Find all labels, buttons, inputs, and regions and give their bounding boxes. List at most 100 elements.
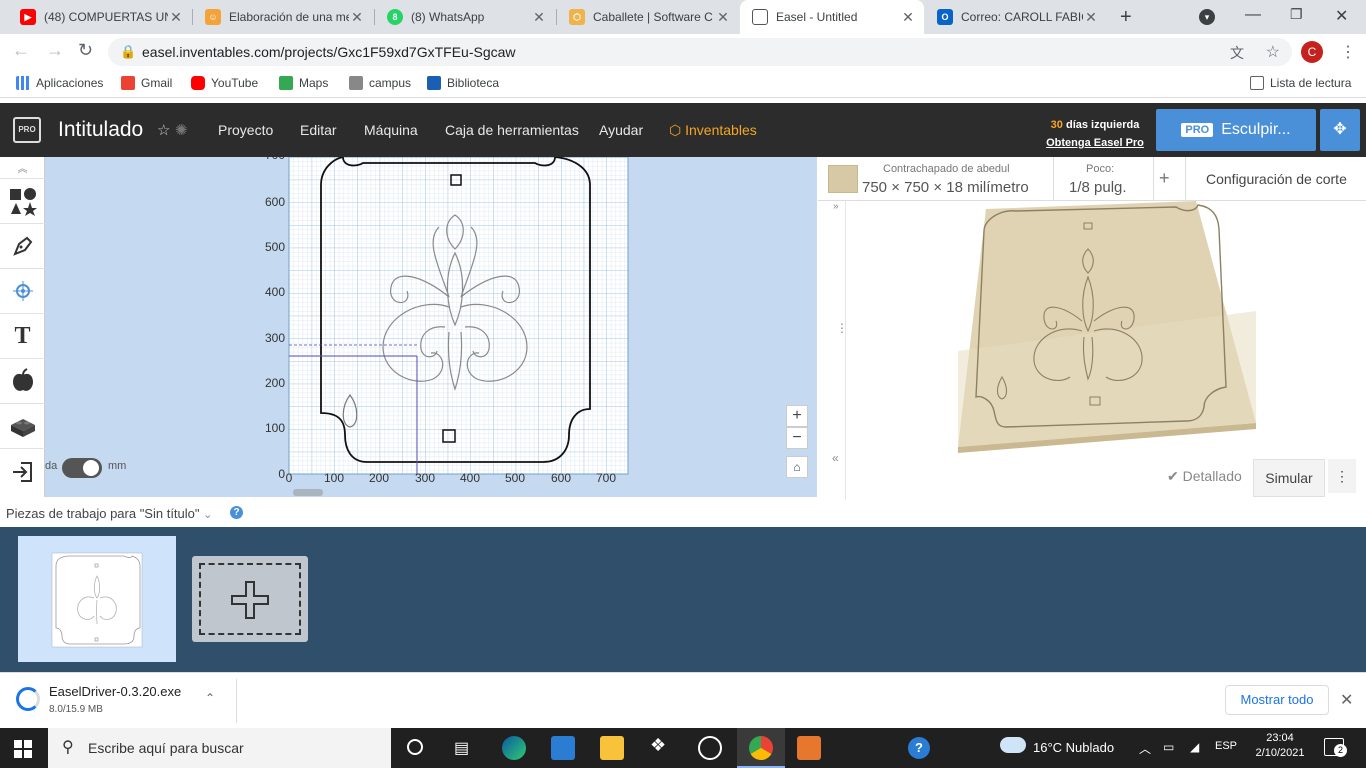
bookmark-maps[interactable]: Maps <box>279 76 328 90</box>
cut-settings-button[interactable]: Configuración de corte <box>1206 171 1347 187</box>
close-icon[interactable]: ✕ <box>715 9 731 26</box>
app-icon[interactable] <box>698 736 722 760</box>
close-icon[interactable]: ✕ <box>1083 9 1099 26</box>
tab-youtube[interactable]: ▶ (48) COMPUERTAS UN ✕ <box>8 0 192 34</box>
bookmark-biblioteca[interactable]: Biblioteca <box>427 76 499 90</box>
kebab-menu-icon[interactable]: ⋮ <box>1340 42 1356 62</box>
shapes-tool[interactable] <box>0 179 45 224</box>
bookmark-youtube[interactable]: YouTube <box>191 76 258 90</box>
carve-button[interactable]: PRO Esculpir... <box>1156 109 1316 151</box>
new-tab-button[interactable]: + <box>1120 6 1132 29</box>
tab-correo[interactable]: O Correo: CAROLL FABIO ✕ <box>925 0 1107 34</box>
url-field[interactable]: 🔒 easel.inventables.com/projects/Gxc1F59… <box>108 38 1292 66</box>
text-tool-icon[interactable]: T <box>0 314 45 359</box>
detailed-toggle[interactable]: ✔ Detallado <box>1167 468 1242 485</box>
menu-editar[interactable]: Editar <box>300 122 337 138</box>
apps-tool[interactable] <box>0 359 45 404</box>
easel-logo-icon[interactable]: PRO <box>13 117 41 143</box>
tab-caballete[interactable]: ⬡ Caballete | Software C ✕ <box>557 0 739 34</box>
reading-list[interactable]: Lista de lectura <box>1250 76 1351 90</box>
work-bed[interactable]: 700 600 500 400 300 200 100 0 0 100 200 … <box>45 157 817 497</box>
show-all-button[interactable]: Mostrar todo <box>1225 685 1329 715</box>
zoom-out-button[interactable]: − <box>786 427 808 449</box>
edge-icon[interactable] <box>502 736 526 760</box>
carve-preview[interactable]: ✔ Detallado Simular ⋮ <box>846 201 1366 501</box>
close-icon[interactable]: ✕ <box>168 9 184 26</box>
material-label[interactable]: Contrachapado de abedul <box>883 163 1010 175</box>
star-icon[interactable]: ☆ <box>1266 42 1280 62</box>
menu-caja-herramientas[interactable]: Caja de herramientas <box>445 122 579 138</box>
project-title[interactable]: Intitulado <box>58 118 143 142</box>
language-indicator[interactable]: ESP <box>1215 740 1237 752</box>
windows-start-icon[interactable] <box>14 740 32 758</box>
bookmark-gmail[interactable]: Gmail <box>121 76 172 90</box>
menu-proyecto[interactable]: Proyecto <box>218 122 273 138</box>
forward-arrow-icon[interactable]: → <box>46 40 64 61</box>
reload-icon[interactable]: ↻ <box>78 40 93 61</box>
restore-icon[interactable]: ❐ <box>1290 6 1303 23</box>
home-icon[interactable]: ⌂ <box>786 456 808 478</box>
expand-chevron-icon[interactable]: » <box>833 201 839 212</box>
collapse-chevron-icon[interactable]: « <box>832 451 839 465</box>
volume-icon[interactable]: ◢ <box>1190 740 1199 754</box>
file-explorer-icon[interactable] <box>600 736 624 760</box>
collapse-chevron-icon[interactable]: ︽ <box>0 157 45 179</box>
tool-palette: ︽ T <box>0 157 45 497</box>
zoom-in-button[interactable]: + <box>786 405 808 427</box>
taskbar-search-field[interactable]: ⚲ Escribe aquí para buscar <box>48 728 391 768</box>
mail-icon[interactable] <box>551 736 575 760</box>
panel-splitter[interactable]: » ⋮ « <box>818 201 848 501</box>
weather-text[interactable]: 16°C Nublado <box>1033 740 1114 755</box>
task-view-icon[interactable]: ▤ <box>454 738 469 758</box>
profile-avatar[interactable]: C <box>1301 41 1323 63</box>
add-workpiece-button[interactable] <box>192 556 308 642</box>
minimize-icon[interactable]: — <box>1245 6 1261 24</box>
star-icon[interactable]: ☆ <box>157 121 170 139</box>
tab-search-icon[interactable]: ▾ <box>1199 9 1215 25</box>
horizontal-scrollbar[interactable] <box>293 489 323 496</box>
tab-easel[interactable]: Easel - Untitled ✕ <box>740 0 924 34</box>
close-icon[interactable]: ✕ <box>531 9 547 26</box>
dropbox-icon[interactable]: ❖ <box>650 735 666 756</box>
unit-toggle[interactable] <box>62 458 102 478</box>
bookmark-apps[interactable]: Aplicaciones <box>16 76 103 90</box>
workpiece-thumbnail[interactable] <box>18 536 176 662</box>
bookmark-campus[interactable]: campus <box>349 76 411 90</box>
simulate-button[interactable]: Simular <box>1253 459 1325 497</box>
material-swatch[interactable] <box>828 165 858 193</box>
bit-value[interactable]: 1/8 pulg. <box>1069 179 1127 196</box>
more-options-icon[interactable]: ⋮ <box>1328 459 1356 493</box>
import-tool[interactable] <box>0 449 45 494</box>
expand-arrows-icon[interactable]: ✥ <box>1320 109 1360 151</box>
chevron-up-icon[interactable]: ⌃ <box>205 691 215 705</box>
menu-ayudar[interactable]: Ayudar <box>599 122 643 138</box>
add-bit-button[interactable]: + <box>1159 168 1170 189</box>
network-icon[interactable]: ▭ <box>1163 740 1174 754</box>
close-download-bar-icon[interactable]: ✕ <box>1340 690 1353 710</box>
clock[interactable]: 23:04 2/10/2021 <box>1254 732 1306 759</box>
design-canvas[interactable]: 700 600 500 400 300 200 100 0 0 100 200 … <box>45 157 817 497</box>
help-app-icon[interactable]: ? <box>908 737 930 759</box>
window-close-icon[interactable]: ✕ <box>1335 6 1348 26</box>
close-icon[interactable]: ✕ <box>349 9 365 26</box>
help-icon[interactable]: ? <box>230 506 243 519</box>
fusion-icon[interactable] <box>797 736 821 760</box>
tab-elaboracion[interactable]: ☺ Elaboración de una me ✕ <box>193 0 373 34</box>
close-icon[interactable]: ✕ <box>900 9 916 26</box>
back-arrow-icon[interactable]: ← <box>12 40 30 61</box>
chevron-down-icon[interactable]: ⌄ <box>203 509 212 521</box>
menu-inventables[interactable]: ⬡ Inventables <box>669 122 757 139</box>
get-pro-link[interactable]: Obtenga Easel Pro <box>1040 134 1150 152</box>
point-tool[interactable] <box>0 269 45 314</box>
download-filename[interactable]: EaselDriver-0.3.20.exe <box>49 684 181 699</box>
tab-whatsapp[interactable]: 8 (8) WhatsApp ✕ <box>375 0 555 34</box>
import-block-tool[interactable] <box>0 404 45 449</box>
pen-tool[interactable] <box>0 224 45 269</box>
chrome-taskbar-button[interactable] <box>737 728 785 768</box>
cortana-icon[interactable] <box>407 739 423 755</box>
tray-chevron-icon[interactable]: ︿ <box>1139 740 1151 757</box>
notifications-icon[interactable]: 2 <box>1324 738 1347 757</box>
material-size[interactable]: 750 × 750 × 18 milímetro <box>862 179 1029 196</box>
menu-maquina[interactable]: Máquina <box>364 122 418 138</box>
translate-icon[interactable]: 文 <box>1230 43 1244 63</box>
